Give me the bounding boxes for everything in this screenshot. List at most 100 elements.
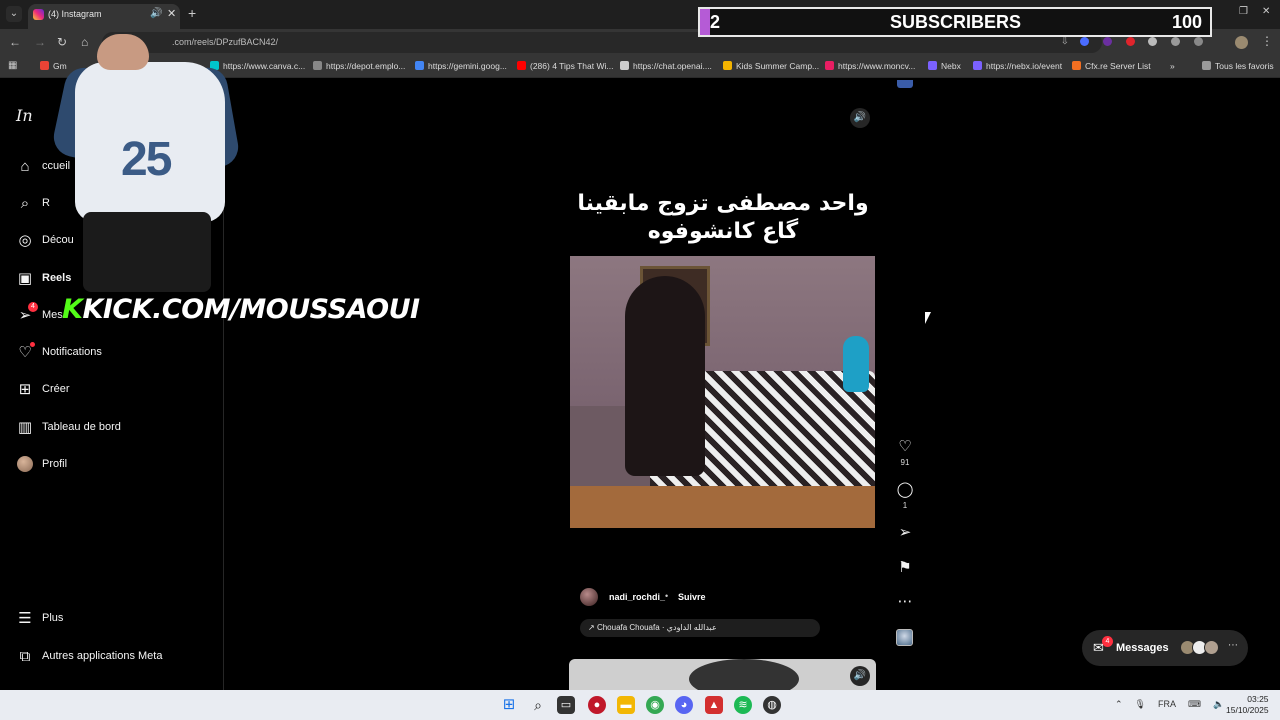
messages-badge: 4 [28, 302, 38, 312]
sidebar-item-label: Autres applications Meta [42, 650, 163, 662]
system-clock[interactable]: 03:25 15/10/2025 [1226, 694, 1269, 716]
bookmark-7[interactable]: https://www.moncv... [825, 61, 915, 71]
next-reel-sound-icon[interactable]: 🔊 [850, 666, 870, 686]
notification-dot [30, 342, 35, 347]
instagram-logo[interactable]: In [16, 106, 33, 125]
kick-logo-letter: K [62, 294, 83, 325]
author-avatar[interactable] [580, 588, 598, 606]
file-explorer-icon[interactable]: ▬ [617, 696, 635, 714]
bookmark-6[interactable]: Kids Summer Camp... [723, 61, 819, 71]
browser-tab[interactable]: (4) Instagram 🔊 ✕ [28, 4, 180, 29]
messages-button[interactable]: ✉ 4 Messages ⋯ [1082, 630, 1248, 666]
bookmark-2[interactable]: https://depot.emplo... [313, 61, 405, 71]
bookmark-10[interactable]: Cfx.re Server List [1072, 61, 1151, 71]
profile-avatar[interactable] [1235, 36, 1248, 49]
reel-caption-line: گاع كانشوفوه [647, 219, 799, 244]
sidebar-item-dashboard[interactable]: ▥ Tableau de bord [16, 417, 216, 441]
more-options-button[interactable]: ⋯ [893, 593, 917, 611]
extension-icon[interactable] [1102, 36, 1112, 46]
app-icon[interactable]: ▲ [705, 696, 723, 714]
sidebar-item-label: Profil [42, 458, 68, 470]
comment-count: 1 [902, 501, 908, 510]
search-icon[interactable]: ⌕ [529, 696, 547, 714]
previous-reel-thumbnail[interactable] [897, 80, 913, 88]
streamer-head [97, 34, 149, 70]
browser-menu-icon[interactable]: ⋮ [1261, 34, 1273, 48]
volume-icon[interactable]: 🔈 [1213, 699, 1224, 709]
audio-thumbnail[interactable] [896, 629, 913, 646]
avatar [1204, 640, 1219, 655]
bookmark-9[interactable]: https://nebx.io/event [973, 61, 1062, 71]
bookmark-8[interactable]: Nebx [928, 61, 961, 71]
app-icon[interactable]: ● [588, 696, 606, 714]
bookmark-favicon-icon [1072, 61, 1081, 70]
streamer-pants [83, 212, 211, 292]
sound-toggle-icon[interactable]: 🔊 [850, 108, 870, 128]
follow-button[interactable]: Suivre [678, 592, 706, 602]
chrome-icon[interactable]: ◉ [646, 696, 664, 714]
comment-icon: ◯ [896, 481, 914, 498]
kick-channel-overlay: KKICK.COM/MOUSSAOUI [62, 294, 420, 325]
back-icon[interactable]: ← [9, 35, 21, 49]
window-controls: ❐ ✕ [1225, 6, 1270, 17]
folder-icon [1202, 61, 1211, 70]
bookmark-5[interactable]: https://chat.openai.... [620, 61, 712, 71]
windows-start-icon[interactable]: ⊞ [500, 696, 518, 714]
network-icon[interactable]: ⌨ [1188, 699, 1201, 709]
discord-icon[interactable]: ◕ [675, 696, 693, 714]
tray-chevron-icon[interactable]: ⌃ [1115, 699, 1123, 709]
chart-icon: ▥ [17, 419, 33, 436]
sidebar-item-meta-apps[interactable]: ⧉ Autres applications Meta [16, 646, 216, 670]
share-button[interactable]: ➢ [893, 524, 917, 542]
bookmark-3[interactable]: https://gemini.goog... [415, 61, 507, 71]
reel-video[interactable] [570, 256, 875, 528]
bookmark-favicon-icon [825, 61, 834, 70]
windows-taskbar: ⊞ ⌕ ▭ ● ▬ ◉ ◕ ▲ ≋ ◍ ⌃ 🎙 FRA ⌨ 🔈 03:25 15/10/… [0, 690, 1280, 720]
extension-icon[interactable] [1125, 36, 1135, 46]
tab-close-icon[interactable]: ✕ [167, 7, 176, 20]
bookmark-favicon-icon [620, 61, 629, 70]
save-button[interactable]: ⚑ [893, 559, 917, 577]
reel-caption: واحد مصطفى تزوج مابقينا گاع كانشوفوه [570, 190, 876, 246]
apps-icon: ⧉ [19, 648, 31, 665]
all-bookmarks[interactable]: Tous les favoris [1202, 61, 1274, 71]
extension-icon[interactable] [1080, 36, 1089, 46]
bookmark-4[interactable]: (286) 4 Tips That Wi... [517, 61, 613, 71]
install-app-icon[interactable]: ⇩ [1061, 36, 1069, 47]
extensions-puzzle-icon[interactable] [1171, 36, 1181, 46]
sidebar-item-more[interactable]: ☰ Plus [16, 608, 216, 632]
subscriber-count: 2 [710, 12, 721, 32]
extensions-area [1080, 36, 1214, 47]
compass-icon: ◎ [18, 232, 32, 249]
language-indicator[interactable]: FRA [1158, 699, 1176, 709]
obs-icon[interactable]: ◍ [763, 696, 781, 714]
more-bookmarks-icon[interactable]: » [1170, 61, 1175, 71]
author-username[interactable]: nadi_rochdi_ [609, 592, 665, 602]
task-view-icon[interactable]: ▭ [557, 696, 575, 714]
sidebar-item-create[interactable]: ⊞ Créer [16, 379, 216, 403]
close-window-icon[interactable]: ✕ [1262, 6, 1270, 17]
home-icon: ⌂ [20, 158, 30, 175]
restore-window-icon[interactable]: ❐ [1239, 6, 1248, 17]
subscriber-goal-widget: 2 SUBSCRIBERS 100 [698, 7, 1212, 37]
system-tray: ⌃ 🎙 FRA ⌨ 🔈 [1115, 699, 1236, 710]
media-controls-icon[interactable] [1193, 36, 1203, 46]
streamer-webcam: 25 [35, 34, 242, 294]
extension-icon[interactable] [1148, 36, 1158, 46]
author-separator: • [665, 591, 669, 601]
sidebar-item-notifications[interactable]: ♡ Notifications [16, 342, 216, 366]
instagram-favicon-icon [33, 9, 44, 20]
spotify-icon[interactable]: ≋ [734, 696, 752, 714]
microphone-icon[interactable]: 🎙 [1135, 699, 1146, 709]
audio-track[interactable]: ↗ Chouafa Chouafa · عبدالله الداودي [580, 619, 820, 637]
comment-button[interactable]: ◯ 1 [893, 481, 917, 510]
apps-grid-icon[interactable]: ▦ [8, 60, 17, 71]
next-reel-preview[interactable] [569, 659, 876, 690]
like-button[interactable]: ♡ 91 [893, 438, 917, 467]
tab-search-icon[interactable]: ⌄ [6, 6, 22, 22]
tab-audio-icon[interactable]: 🔊 [150, 8, 162, 19]
new-tab-icon[interactable]: + [188, 5, 196, 21]
sidebar-item-profile[interactable]: Profil [16, 454, 216, 478]
sidebar-item-label: Plus [42, 612, 64, 624]
audio-track-label: ↗ Chouafa Chouafa · عبدالله الداودي [588, 623, 717, 632]
